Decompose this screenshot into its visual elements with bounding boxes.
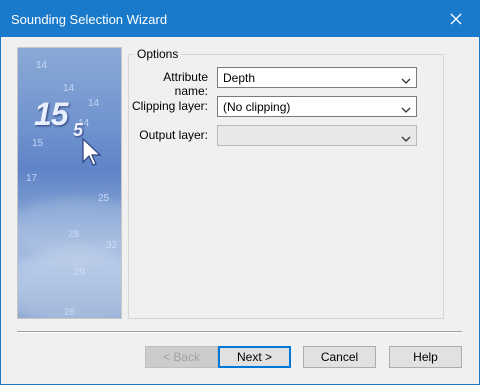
- title-bar[interactable]: Sounding Selection Wizard: [1, 1, 479, 37]
- chevron-down-icon: [401, 132, 411, 146]
- wizard-illustration: 14 14 14 14 15 17 25 28 32 29 26 15 5: [17, 47, 122, 319]
- window-title: Sounding Selection Wizard: [11, 12, 168, 27]
- cancel-button[interactable]: Cancel: [303, 346, 376, 368]
- chevron-down-icon: [401, 74, 411, 88]
- clipping-layer-dropdown[interactable]: (No clipping): [217, 96, 417, 117]
- close-icon: [450, 13, 462, 25]
- options-group-label: Options: [134, 47, 182, 61]
- next-button[interactable]: Next >: [218, 346, 291, 368]
- sounding-label: 14: [36, 60, 48, 71]
- clipping-layer-label: Clipping layer:: [131, 99, 208, 113]
- sounding-label: 26: [64, 307, 76, 318]
- sounding-label: 32: [106, 240, 118, 251]
- sounding-label: 14: [88, 98, 100, 109]
- sounding-label: 28: [68, 229, 80, 240]
- back-button[interactable]: < Back: [145, 346, 218, 368]
- button-separator: [17, 331, 462, 333]
- sounding-label: 29: [74, 267, 86, 278]
- sounding-label: 17: [26, 173, 38, 184]
- help-button[interactable]: Help: [389, 346, 462, 368]
- sounding-label: 15: [32, 138, 44, 149]
- attribute-name-label: Attribute name:: [163, 70, 208, 98]
- sounding-label: 25: [98, 193, 110, 204]
- attribute-name-dropdown[interactable]: Depth: [217, 67, 417, 88]
- close-button[interactable]: [433, 1, 479, 37]
- chevron-down-icon: [401, 103, 411, 117]
- output-layer-label: Output layer:: [139, 128, 208, 142]
- cursor-icon: [82, 137, 104, 171]
- output-layer-dropdown[interactable]: [217, 125, 417, 146]
- sounding-label: 14: [63, 83, 75, 94]
- clipping-layer-value: (No clipping): [223, 100, 291, 114]
- attribute-name-value: Depth: [223, 71, 256, 85]
- sounding-value: 15: [34, 96, 69, 132]
